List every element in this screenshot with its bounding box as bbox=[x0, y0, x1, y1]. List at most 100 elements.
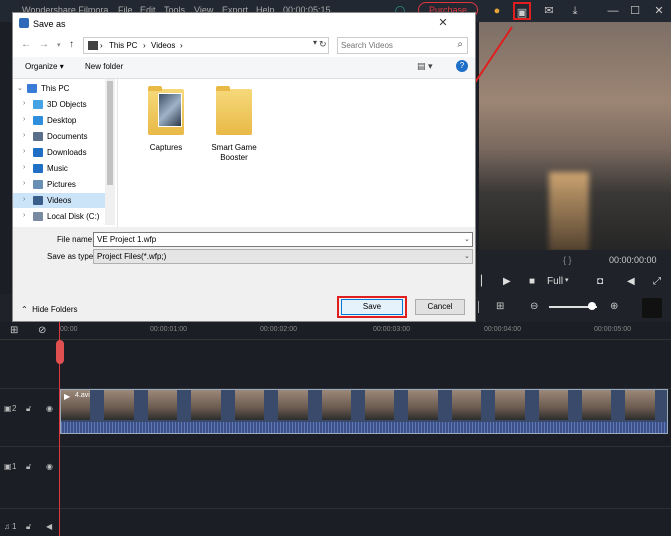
chevron-right-icon[interactable]: › bbox=[23, 212, 25, 219]
navigation-scrollbar[interactable] bbox=[105, 79, 115, 225]
nav-item-pictures[interactable]: › Pictures bbox=[13, 177, 105, 192]
chevron-right-icon[interactable]: › bbox=[23, 132, 25, 139]
video-track-icon: ▣ bbox=[4, 404, 12, 413]
forward-icon[interactable]: → bbox=[39, 39, 49, 50]
add-track-icon[interactable]: ⊞ bbox=[10, 325, 18, 336]
layout-icon[interactable] bbox=[642, 298, 662, 318]
picture-icon bbox=[33, 180, 43, 189]
search-box[interactable]: ⌕ bbox=[337, 37, 468, 54]
nav-item-local-disk[interactable]: › Local Disk (C:) bbox=[13, 209, 105, 224]
address-chevron-icon[interactable]: › bbox=[100, 41, 103, 50]
ruler-mark: 00:00:05:00 bbox=[594, 326, 631, 333]
timeline-ruler[interactable]: ⊞ ⊘ 00:00 00:00:01:00 00:00:02:00 00:00:… bbox=[0, 322, 671, 340]
mail-icon[interactable]: ✉ bbox=[540, 2, 558, 20]
download-icon bbox=[33, 148, 43, 157]
scrollbar-thumb[interactable] bbox=[107, 81, 113, 185]
cancel-button[interactable]: Cancel bbox=[415, 299, 465, 315]
fit-icon[interactable]: ⊞ bbox=[496, 301, 504, 312]
fullscreen-icon[interactable]: ⤢ bbox=[653, 276, 661, 287]
desktop-icon bbox=[33, 116, 43, 125]
video-clip[interactable]: ▶ 4.avi bbox=[60, 389, 668, 434]
save-as-type-dropdown-icon[interactable]: ⌄ bbox=[464, 252, 470, 260]
preview-info-bar: { } 00:00:00:00 bbox=[479, 250, 671, 272]
address-chevron-icon[interactable]: › bbox=[143, 41, 146, 50]
lock-icon[interactable]: 🔓︎ bbox=[26, 462, 31, 472]
document-icon bbox=[33, 132, 43, 141]
nav-item-music[interactable]: › Music bbox=[13, 161, 105, 176]
quality-select[interactable]: Full bbox=[547, 276, 563, 287]
organize-button[interactable]: Organize ▾ bbox=[25, 62, 64, 71]
render-icon[interactable]: │ bbox=[476, 302, 482, 313]
quality-dropdown-icon[interactable]: ▾ bbox=[565, 276, 569, 284]
close-window-icon[interactable]: ✕ bbox=[650, 2, 668, 20]
speaker-icon[interactable]: ◀ bbox=[46, 522, 52, 531]
recent-dropdown-icon[interactable]: ▾ bbox=[57, 41, 61, 49]
nav-item-downloads[interactable]: › Downloads bbox=[13, 145, 105, 160]
search-input[interactable] bbox=[341, 38, 451, 52]
nav-item-videos[interactable]: › Videos bbox=[13, 193, 105, 208]
address-segment-videos[interactable]: Videos bbox=[151, 41, 175, 50]
address-bar[interactable]: › This PC › Videos › bbox=[83, 37, 329, 54]
snapshot-icon[interactable]: ◘ bbox=[597, 276, 603, 287]
save-as-type-select[interactable]: Project Files(*.wfp;) bbox=[93, 249, 473, 264]
folder-captures[interactable]: Captures bbox=[136, 83, 196, 173]
chevron-right-icon[interactable]: › bbox=[23, 196, 25, 203]
track-header-audio-1: ♫ 1 🔓︎ ◀ bbox=[0, 520, 58, 536]
minimize-icon[interactable]: — bbox=[604, 2, 622, 20]
dialog-title: Save as bbox=[33, 19, 66, 29]
audio-waveform bbox=[61, 422, 667, 433]
nav-item-documents[interactable]: › Documents bbox=[13, 129, 105, 144]
chevron-right-icon[interactable]: › bbox=[23, 180, 25, 187]
eye-icon[interactable]: ◉ bbox=[46, 462, 53, 471]
hide-folders-toggle[interactable]: ⌃ Hide Folders bbox=[21, 305, 78, 314]
save-project-icon[interactable]: ▣ bbox=[513, 2, 531, 20]
lock-icon[interactable]: 🔓︎ bbox=[26, 522, 31, 532]
address-chevron-icon[interactable]: › bbox=[180, 41, 183, 50]
help-icon[interactable]: ? bbox=[456, 60, 468, 72]
chevron-down-icon[interactable]: ⌄ bbox=[17, 84, 23, 92]
playhead-handle[interactable] bbox=[56, 340, 64, 364]
back-icon[interactable]: ← bbox=[21, 39, 31, 50]
rewind-icon[interactable]: ▏ bbox=[481, 276, 489, 287]
maximize-icon[interactable]: ☐ bbox=[626, 2, 644, 20]
zoom-slider-handle[interactable] bbox=[588, 302, 596, 310]
lock-icon[interactable]: 🔓︎ bbox=[26, 404, 31, 414]
account-icon[interactable]: ● bbox=[488, 2, 506, 20]
folder-smart-game-booster[interactable]: Smart Game Booster bbox=[204, 83, 264, 173]
refresh-icon[interactable]: ↻ bbox=[319, 39, 327, 50]
chevron-right-icon[interactable]: › bbox=[23, 100, 25, 107]
preview-sun-reflection bbox=[549, 172, 589, 250]
zoom-out-icon[interactable]: ⊖ bbox=[530, 301, 538, 312]
marker-braces[interactable]: { } bbox=[563, 255, 572, 265]
hide-folders-label: Hide Folders bbox=[32, 305, 78, 314]
save-button[interactable]: Save bbox=[341, 299, 403, 315]
search-icon[interactable]: ⌕ bbox=[457, 39, 463, 50]
view-options-icon[interactable]: ▤ ▾ bbox=[417, 61, 433, 72]
track-separator bbox=[0, 508, 671, 509]
chevron-right-icon[interactable]: › bbox=[23, 148, 25, 155]
up-icon[interactable]: ↑ bbox=[69, 39, 74, 50]
dialog-close-icon[interactable]: ✕ bbox=[433, 16, 453, 32]
music-icon bbox=[33, 164, 43, 173]
link-icon[interactable]: ⊘ bbox=[38, 325, 46, 336]
nav-item-3d-objects[interactable]: › 3D Objects bbox=[13, 97, 105, 112]
chevron-right-icon[interactable]: › bbox=[23, 164, 25, 171]
file-name-dropdown-icon[interactable]: ⌄ bbox=[464, 235, 470, 243]
nav-item-this-pc[interactable]: ⌄ This PC bbox=[13, 81, 105, 96]
play-icon[interactable]: ▶ bbox=[503, 276, 511, 287]
new-folder-button[interactable]: New folder bbox=[85, 62, 123, 71]
command-bar: Organize ▾ New folder ▤ ▾ ? bbox=[13, 57, 475, 79]
filmora-app-icon bbox=[19, 18, 29, 28]
dialog-titlebar[interactable]: Save as ✕ bbox=[13, 13, 475, 35]
address-dropdown-icon[interactable]: ▾ bbox=[313, 38, 317, 47]
zoom-in-icon[interactable]: ⊕ bbox=[610, 301, 618, 312]
address-segment-this-pc[interactable]: This PC bbox=[109, 41, 137, 50]
eye-icon[interactable]: ◉ bbox=[46, 404, 53, 413]
download-icon[interactable]: ⤓ bbox=[566, 2, 584, 20]
volume-icon[interactable]: ◀ bbox=[627, 276, 635, 287]
file-name-input[interactable] bbox=[93, 232, 473, 247]
chevron-right-icon[interactable]: › bbox=[23, 116, 25, 123]
nav-item-desktop[interactable]: › Desktop bbox=[13, 113, 105, 128]
nav-label: Local Disk (C:) bbox=[47, 212, 100, 221]
stop-icon[interactable]: ■ bbox=[529, 276, 535, 287]
